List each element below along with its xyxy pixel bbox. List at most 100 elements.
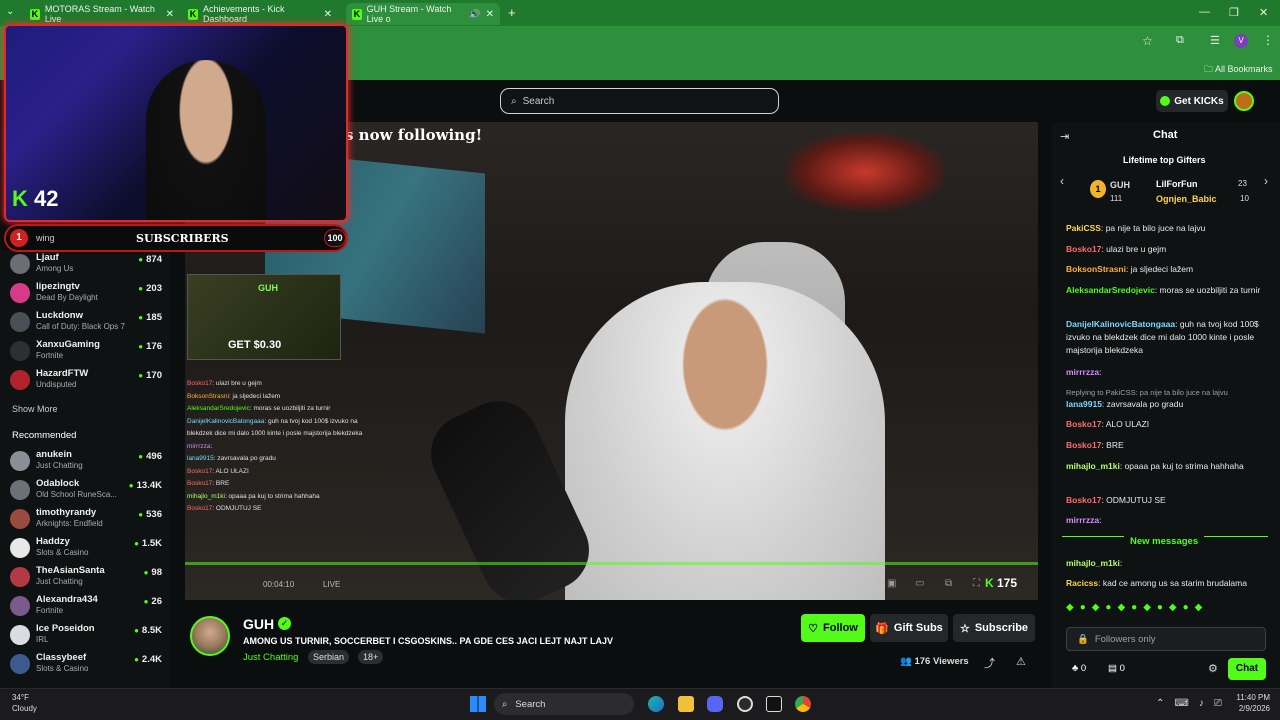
chat-settings-icon[interactable]: ⚙ <box>1208 662 1218 675</box>
browser-tab-motoras[interactable]: K MOTORAS Stream - Watch Live ✕ <box>24 3 180 25</box>
channel-name: HazardFTW <box>36 368 89 379</box>
channel-category: Old School RuneSca... <box>36 490 117 499</box>
epic-games-icon[interactable] <box>766 696 782 712</box>
reading-list-icon[interactable]: ☰ <box>1210 34 1220 47</box>
sidebar-channel[interactable]: Alexandra434 Fortnite 26 <box>10 594 162 622</box>
sidebar-channel[interactable]: timothyrandy Arknights: Endfield 536 <box>10 507 162 535</box>
tag-language[interactable]: Serbian <box>308 650 350 664</box>
video-time: 00:04:10 <box>263 580 295 589</box>
subscribe-label: Subscribe <box>974 622 1029 634</box>
category-link[interactable]: Just Chatting <box>243 652 298 663</box>
edge-icon[interactable] <box>648 696 664 712</box>
sidebar-channel[interactable]: HazardFTW Undisputed 170 <box>10 368 162 396</box>
chrome-icon[interactable] <box>795 696 811 712</box>
points-balance[interactable]: ▤ 0 <box>1108 663 1125 674</box>
all-bookmarks-button[interactable]: 🗀 All Bookmarks <box>1204 62 1273 78</box>
folder-icon: 🗀 <box>1204 64 1216 74</box>
show-more-button[interactable]: Show More <box>12 404 58 414</box>
overlay-msg: DanijelKalinovicBatongaaa: guh na tvoj k… <box>187 417 363 438</box>
file-explorer-icon[interactable] <box>678 696 694 712</box>
start-icon[interactable] <box>470 696 486 712</box>
subscribers-bar: 1 wing SUBSCRIBERS 100 <box>4 224 348 252</box>
kick-favicon-icon: K <box>188 8 198 20</box>
viewer-count: 26 <box>144 596 162 607</box>
maximize-button[interactable]: ❐ <box>1229 6 1239 19</box>
avatar <box>10 283 30 303</box>
sidebar-channel[interactable]: Ljauf Among Us 874 <box>10 252 162 280</box>
follow-alert-text: s now following! <box>345 126 483 144</box>
sidebar-channel[interactable]: TheAsianSanta Just Chatting 98 <box>10 565 162 593</box>
channel-name: Haddzy <box>36 536 70 547</box>
stream-title: AMONG US TURNIR, SOCCERBET I CSGOSKINS..… <box>243 636 614 646</box>
collapse-chat-icon[interactable]: ⇥ <box>1060 130 1069 143</box>
viewers-count: 176 <box>914 656 931 667</box>
subscribe-button[interactable]: ☆ Subscribe <box>953 614 1035 642</box>
chat-input[interactable]: 🔒 Followers only <box>1066 627 1266 651</box>
subscribers-label: SUBSCRIBERS <box>136 232 229 245</box>
sidebar-channel[interactable]: Haddzy Slots & Casino 1.5K <box>10 536 162 564</box>
new-messages-label[interactable]: New messages <box>1124 536 1205 547</box>
webcam-overlay: K 42 <box>4 24 348 222</box>
browser-tab-achievements[interactable]: K Achievements - Kick Dashboard ✕ <box>182 3 338 25</box>
sidebar-channel[interactable]: anukein Just Chatting 496 <box>10 449 162 477</box>
viewer-count: 176 <box>138 341 162 352</box>
close-tab-icon[interactable]: ✕ <box>324 9 332 20</box>
browser-menu-icon[interactable]: ⋮ <box>1262 33 1274 47</box>
get-kicks-button[interactable]: Get KICKs <box>1156 90 1228 112</box>
sidebar-channel[interactable]: lipezingtv Dead By Daylight 203 <box>10 281 162 309</box>
browser-tab-guh[interactable]: K GUH Stream - Watch Live o 🔊 ✕ <box>346 3 500 25</box>
discord-icon[interactable] <box>707 696 723 712</box>
close-window-button[interactable]: ✕ <box>1259 6 1268 19</box>
verified-icon: ✓ <box>278 617 291 630</box>
channel-name: lipezingtv <box>36 281 80 292</box>
gifters-prev-icon[interactable]: ‹ <box>1060 174 1064 188</box>
user-avatar[interactable] <box>1234 91 1254 111</box>
obs-icon[interactable] <box>737 696 753 712</box>
streamer-avatar[interactable] <box>190 616 230 656</box>
theatre-mode-icon[interactable]: ▭ <box>915 578 924 589</box>
chat-message: Bosko17: BRE <box>1066 440 1124 450</box>
minimize-button[interactable]: — <box>1199 6 1210 18</box>
chat-send-button[interactable]: Chat <box>1228 658 1266 680</box>
close-tab-icon[interactable]: ✕ <box>166 9 174 20</box>
emote-row[interactable]: ◆●◆●◆●◆●◆●◆ <box>1066 602 1266 618</box>
sidebar-channel[interactable]: Classybeef Slots & Casino 2.4K <box>10 652 162 680</box>
search-input[interactable]: ⌕ Search <box>500 88 779 114</box>
pip-icon[interactable]: ⧉ <box>945 578 952 589</box>
tab-list-menu-icon[interactable]: ⌄ <box>6 6 14 17</box>
gifter-count: 111 <box>1110 194 1123 203</box>
tag-age[interactable]: 18+ <box>358 650 384 664</box>
taskbar-search[interactable]: ⌕ Search <box>494 693 634 715</box>
red-light-shelf <box>785 132 945 212</box>
recommended-heading: Recommended <box>12 430 77 441</box>
bookmark-star-icon[interactable]: ☆ <box>1142 34 1153 48</box>
clip-icon[interactable]: ▣ <box>887 578 896 589</box>
channel-name: Odablock <box>36 478 80 489</box>
extensions-icon[interactable]: ⧉ <box>1176 34 1184 47</box>
share-icon[interactable]: ⤴ <box>984 655 995 671</box>
video-progress-bar[interactable] <box>185 562 1038 565</box>
chat-message: Bosko17: ODMJUTUJ SE <box>1066 495 1166 505</box>
fullscreen-icon[interactable]: ⛶ <box>973 578 980 589</box>
clock[interactable]: 11:40 PM 2/9/2026 <box>1222 692 1270 714</box>
avatar <box>10 596 30 616</box>
close-tab-icon[interactable]: ✕ <box>486 9 494 20</box>
tray-icons[interactable]: ⌃⌨♪⎚ <box>1156 698 1232 709</box>
kicks-balance[interactable]: ♣ 0 <box>1072 663 1086 674</box>
profile-avatar[interactable]: V <box>1234 34 1248 48</box>
new-tab-button[interactable]: + <box>508 5 516 20</box>
sidebar-channel[interactable]: XanxuGaming Fortnite 176 <box>10 339 162 367</box>
sidebar-channel[interactable]: Luckdonw Call of Duty: Black Ops 7 185 <box>10 310 162 338</box>
channel-name: XanxuGaming <box>36 339 100 350</box>
sidebar-channel[interactable]: Odablock Old School RuneSca... 13.4K <box>10 478 162 506</box>
follow-button[interactable]: ♡ Follow <box>801 614 865 642</box>
gift-subs-button[interactable]: 🎁 Gift Subs <box>870 614 948 642</box>
sidebar-channel[interactable]: Ice Poseidon IRL 8.5K <box>10 623 162 651</box>
gifters-next-icon[interactable]: › <box>1264 174 1268 188</box>
streamer-name[interactable]: GUH <box>243 616 274 632</box>
chat-message: PakiCSS: pa nije ta bilo juce na lajvu <box>1066 223 1206 233</box>
chat-message: AleksandarSredojevic: moras se uozbiljit… <box>1066 285 1261 295</box>
weather-widget[interactable]: 34°F Cloudy <box>12 692 37 714</box>
report-icon[interactable]: ⚠ <box>1016 655 1026 668</box>
speaker-icon[interactable]: 🔊 <box>469 9 480 20</box>
